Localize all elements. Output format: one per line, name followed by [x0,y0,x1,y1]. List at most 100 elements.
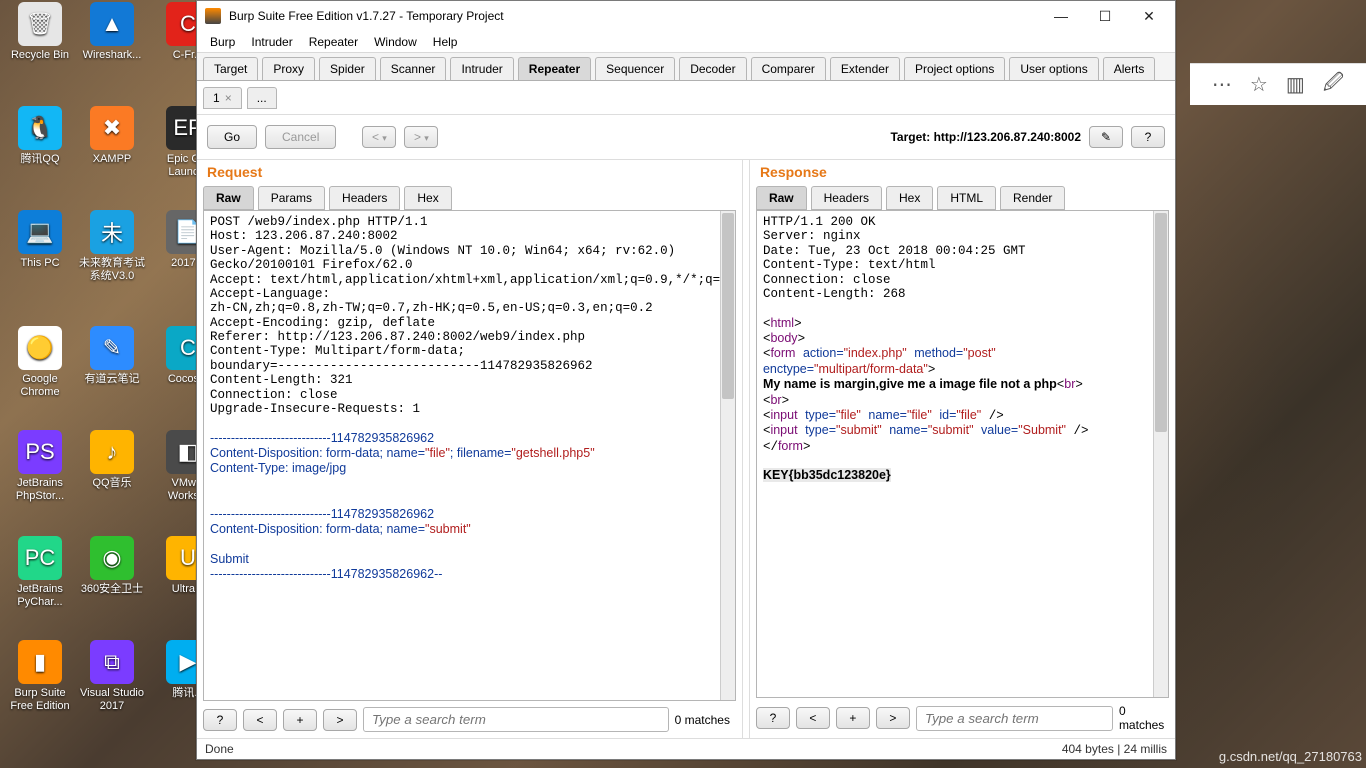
main-tab-scanner[interactable]: Scanner [380,57,447,80]
status-bar: Done 404 bytes | 24 millis [197,738,1175,759]
desktop-icon[interactable]: ▮ Burp Suite Free Edition [6,640,74,712]
main-tab-decoder[interactable]: Decoder [679,57,746,80]
main-tab-proxy[interactable]: Proxy [262,57,315,80]
desktop-icon[interactable]: 🐧腾讯QQ [6,106,74,166]
app-icon: ▮ [18,640,62,684]
main-tab-repeater[interactable]: Repeater [518,57,591,80]
window-title: Burp Suite Free Edition v1.7.27 - Tempor… [229,9,504,23]
response-editor-wrap: HTTP/1.1 200 OK Server: nginx Date: Tue,… [756,210,1169,698]
main-tab-alerts[interactable]: Alerts [1103,57,1156,80]
menu-icon[interactable]: 🖉 [1323,68,1344,102]
response-search-input[interactable] [916,706,1113,731]
main-tab-extender[interactable]: Extender [830,57,900,80]
request-tabs: RawParamsHeadersHex [197,186,742,210]
desktop-icon[interactable]: PCJetBrains PyChar... [6,536,74,608]
response-editor[interactable]: HTTP/1.1 200 OK Server: nginx Date: Tue,… [757,211,1153,697]
search-next-button[interactable]: > [876,707,910,729]
app-icon: ✎ [90,326,134,370]
desktop-icon[interactable]: ⧉ Visual Studio 2017 [78,640,146,712]
ellipsis-icon[interactable]: ⋯ [1212,72,1232,97]
message-tab-hex[interactable]: Hex [886,186,933,210]
message-tab-headers[interactable]: Headers [329,186,400,210]
icon-label: JetBrains PyChar... [6,583,74,608]
message-tab-headers[interactable]: Headers [811,186,882,210]
tab-number: 1 [213,91,220,105]
icon-label: Burp Suite Free Edition [6,687,74,712]
search-add-button[interactable]: + [283,709,317,731]
response-scrollbar[interactable] [1153,211,1168,697]
help-button[interactable]: ? [1131,126,1165,148]
desktop-icon[interactable]: 💻This PC [6,210,74,270]
request-pane: Request RawParamsHeadersHex POST /web9/i… [197,160,742,738]
menu-item[interactable]: Help [426,33,465,51]
main-tab-sequencer[interactable]: Sequencer [595,57,675,80]
response-title: Response [750,160,1175,186]
repeater-tab-more[interactable]: ... [247,87,277,109]
burp-icon [205,8,221,24]
main-tab-intruder[interactable]: Intruder [450,57,513,80]
search-prev-button[interactable]: < [796,707,830,729]
message-tab-raw[interactable]: Raw [203,186,254,210]
main-tab-user-options[interactable]: User options [1009,57,1098,80]
desktop-icon[interactable]: ▲Wireshark... [78,2,146,62]
repeater-subtabs: 1× ... [197,81,1175,115]
menu-item[interactable]: Window [367,33,424,51]
edit-target-button[interactable]: ✎ [1089,126,1123,148]
main-tab-comparer[interactable]: Comparer [751,57,826,80]
close-tab-icon[interactable]: × [225,91,232,105]
message-tab-params[interactable]: Params [258,186,325,210]
request-search-input[interactable] [363,707,669,732]
search-add-button[interactable]: + [836,707,870,729]
message-tab-render[interactable]: Render [1000,186,1065,210]
desktop-icon[interactable]: PSJetBrains PhpStor... [6,430,74,502]
message-tab-hex[interactable]: Hex [404,186,451,210]
icon-label: 360安全卫士 [78,583,146,596]
cancel-button[interactable]: Cancel [265,125,336,149]
menu-item[interactable]: Intruder [244,33,299,51]
desktop-icon[interactable]: ✎有道云笔记 [78,326,146,386]
desktop-icon[interactable]: 未未来教育考试系统V3.0 [78,210,146,282]
app-icon: 未 [90,210,134,254]
go-button[interactable]: Go [207,125,257,149]
title-bar[interactable]: Burp Suite Free Edition v1.7.27 - Tempor… [197,1,1175,31]
back-button[interactable]: < ▾ [362,126,396,148]
main-tab-spider[interactable]: Spider [319,57,376,80]
search-help-button[interactable]: ? [203,709,237,731]
app-icon: ✖ [90,106,134,150]
menu-item[interactable]: Repeater [302,33,365,51]
split-divider[interactable] [742,160,750,738]
desktop-icon[interactable]: ◉360安全卫士 [78,536,146,596]
message-tab-html[interactable]: HTML [937,186,996,210]
search-next-button[interactable]: > [323,709,357,731]
maximize-button[interactable]: ☐ [1083,2,1127,30]
repeater-tab-1[interactable]: 1× [203,87,242,109]
request-editor-wrap: POST /web9/index.php HTTP/1.1 Host: 123.… [203,210,736,701]
minimize-button[interactable]: — [1039,2,1083,30]
app-icon: ⧉ [90,640,134,684]
response-pane: Response RawHeadersHexHTMLRender HTTP/1.… [750,160,1175,738]
request-scrollbar[interactable] [720,211,735,700]
main-tab-project-options[interactable]: Project options [904,57,1005,80]
message-tab-raw[interactable]: Raw [756,186,807,210]
search-help-button[interactable]: ? [756,707,790,729]
menu-item[interactable]: Burp [203,33,242,51]
desktop-icon[interactable]: 🟡 Google Chrome [6,326,74,398]
icon-label: Google Chrome [6,373,74,398]
app-icon: 🟡 [18,326,62,370]
forward-button[interactable]: > ▾ [404,126,438,148]
request-search-bar: ? < + > 0 matches [197,701,742,738]
main-tab-target[interactable]: Target [203,57,258,80]
star-icon[interactable]: ☆ [1250,72,1268,97]
reading-list-icon[interactable]: ▥ [1286,72,1305,97]
desktop-icon[interactable]: ♪QQ音乐 [78,430,146,490]
close-button[interactable]: ✕ [1127,2,1171,30]
request-match-count: 0 matches [675,713,736,727]
target-label: Target: http://123.206.87.240:8002 [890,130,1081,144]
icon-label: Visual Studio 2017 [78,687,146,712]
search-prev-button[interactable]: < [243,709,277,731]
desktop-icon[interactable]: 🗑Recycle Bin [6,2,74,62]
background-browser-toolbar: ⋯ ☆ ▥ 🖉 [1190,63,1366,105]
desktop-icon[interactable]: ✖XAMPP [78,106,146,166]
request-editor[interactable]: POST /web9/index.php HTTP/1.1 Host: 123.… [204,211,720,700]
response-search-bar: ? < + > 0 matches [750,698,1175,738]
